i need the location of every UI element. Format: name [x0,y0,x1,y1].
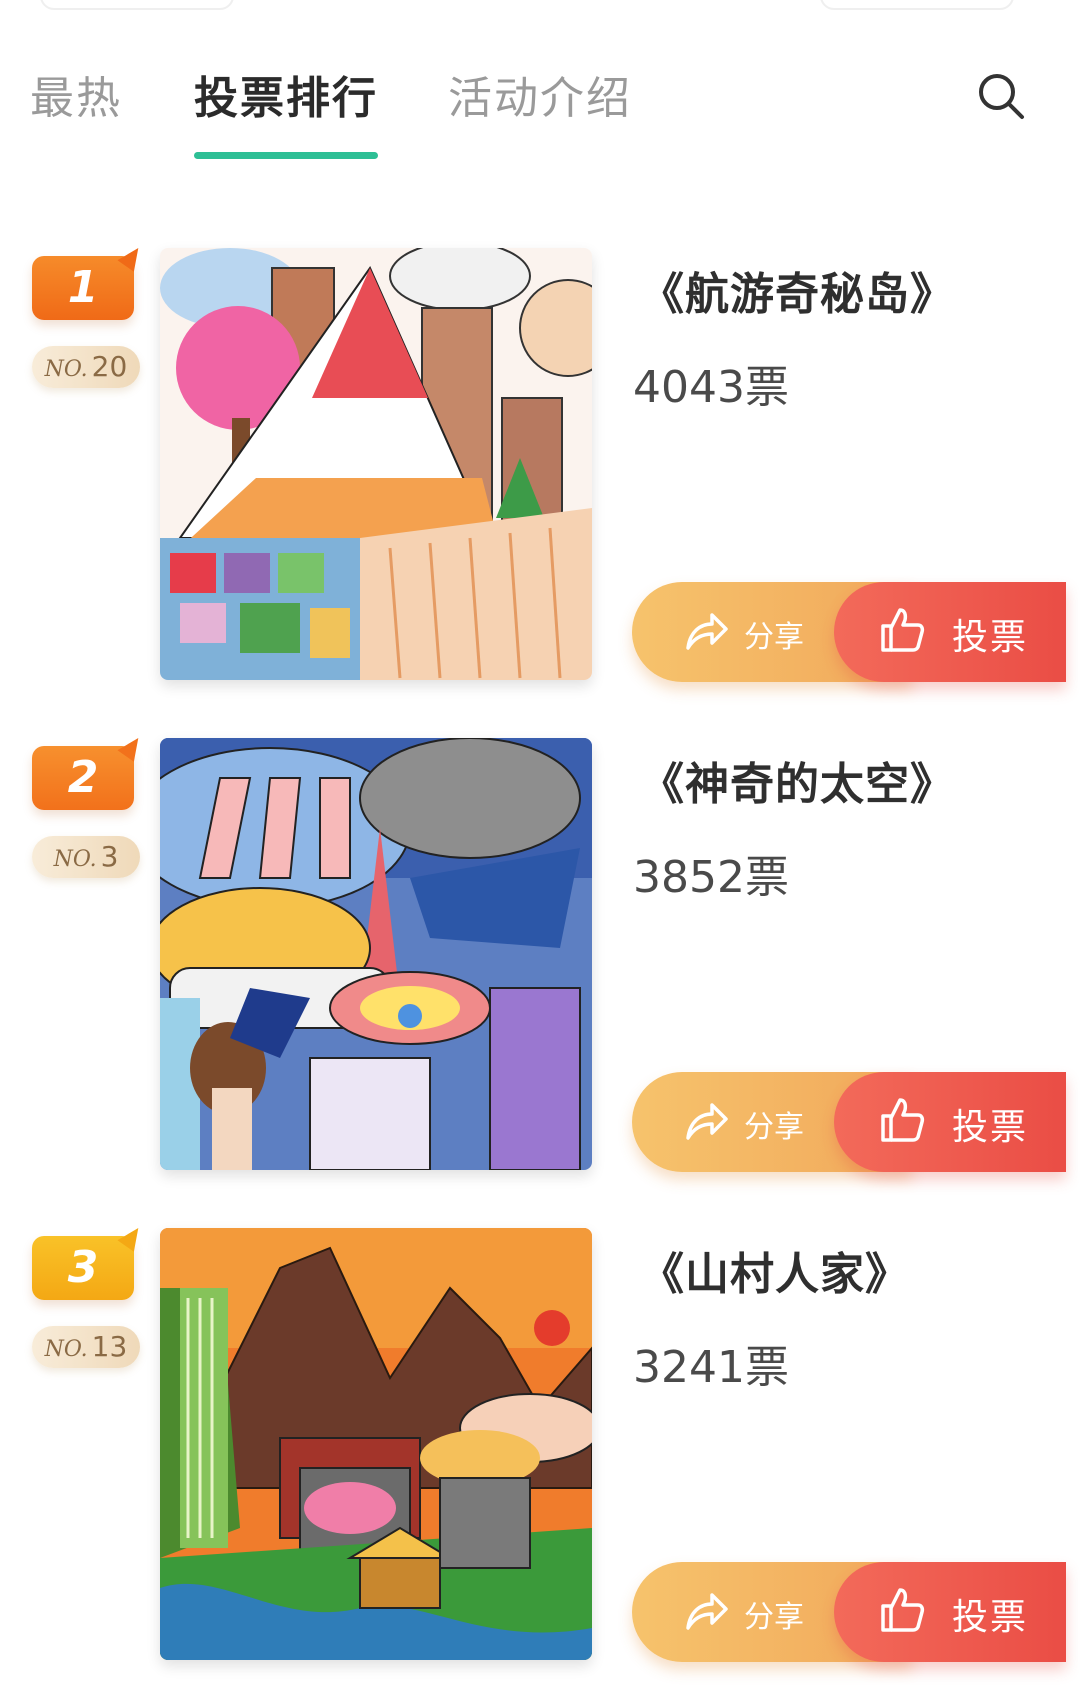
share-label: 分享 [744,1600,804,1635]
tab-activity-intro[interactable]: 活动介绍 [448,62,632,126]
share-icon [686,613,728,650]
artwork-image[interactable] [160,1228,592,1660]
ranking-item: 1 NO. 20 《航游奇秘岛》 4043票 分享 投票 [0,242,1080,688]
active-tab-indicator [194,152,378,159]
vote-label: 投票 [952,617,1029,658]
vote-label: 投票 [952,1597,1029,1638]
action-buttons: 分享 投票 [632,582,1066,682]
share-label: 分享 [744,620,804,655]
rank-badge: 2 [32,732,147,810]
artwork-image[interactable] [160,738,592,1170]
vote-count: 4043票 [633,362,789,413]
rank-badge: 1 [32,242,147,320]
artwork-image[interactable] [160,248,592,680]
action-buttons: 分享 投票 [632,1562,1066,1662]
tab-hot[interactable]: 最热 [30,62,122,126]
vote-button[interactable]: 投票 [834,582,1066,682]
entry-number-badge: NO. 3 [32,836,140,878]
spark-icon [117,1222,147,1252]
artwork-title: 《山村人家》 [640,1249,910,1300]
ranking-item: 2 NO. 3 《神奇的太空》 3852票 分享 投票 [0,732,1080,1178]
vote-count: 3852票 [633,852,789,903]
entry-number-prefix: NO. [53,847,97,872]
entry-number-badge: NO. 13 [32,1326,140,1368]
entry-number: 3 [100,840,119,873]
thumbs-up-icon [881,1588,925,1632]
rank-number: 1 [67,262,99,313]
entry-number: 13 [91,1330,128,1363]
rank-number: 2 [67,752,99,803]
thumbs-up-icon [881,608,925,652]
share-label: 分享 [744,1110,804,1145]
entry-number-prefix: NO. [44,357,88,382]
spark-icon [117,242,147,272]
top-nav: 最热 投票排行 活动介绍 [0,0,1080,170]
artwork-title: 《航游奇秘岛》 [640,269,955,320]
share-icon [686,1103,728,1140]
search-icon[interactable] [975,70,1027,122]
entry-number-badge: NO. 20 [32,346,140,388]
rank-number: 3 [67,1242,99,1293]
vote-label: 投票 [952,1107,1029,1148]
spark-icon [117,732,147,762]
top-edge-element [40,0,234,10]
entry-number: 20 [91,350,128,383]
artwork-title: 《神奇的太空》 [640,759,955,810]
rank-badge: 3 [32,1222,147,1300]
vote-button[interactable]: 投票 [834,1072,1066,1172]
action-buttons: 分享 投票 [632,1072,1066,1172]
tab-vote-ranking[interactable]: 投票排行 [194,62,378,126]
ranking-item: 3 NO. 13 《山村人家》 3241票 分享 投票 [0,1222,1080,1668]
share-icon [686,1593,728,1630]
top-edge-element [820,0,1014,10]
entry-number-prefix: NO. [44,1337,88,1362]
thumbs-up-icon [881,1098,925,1142]
vote-count: 3241票 [633,1342,789,1393]
vote-button[interactable]: 投票 [834,1562,1066,1662]
